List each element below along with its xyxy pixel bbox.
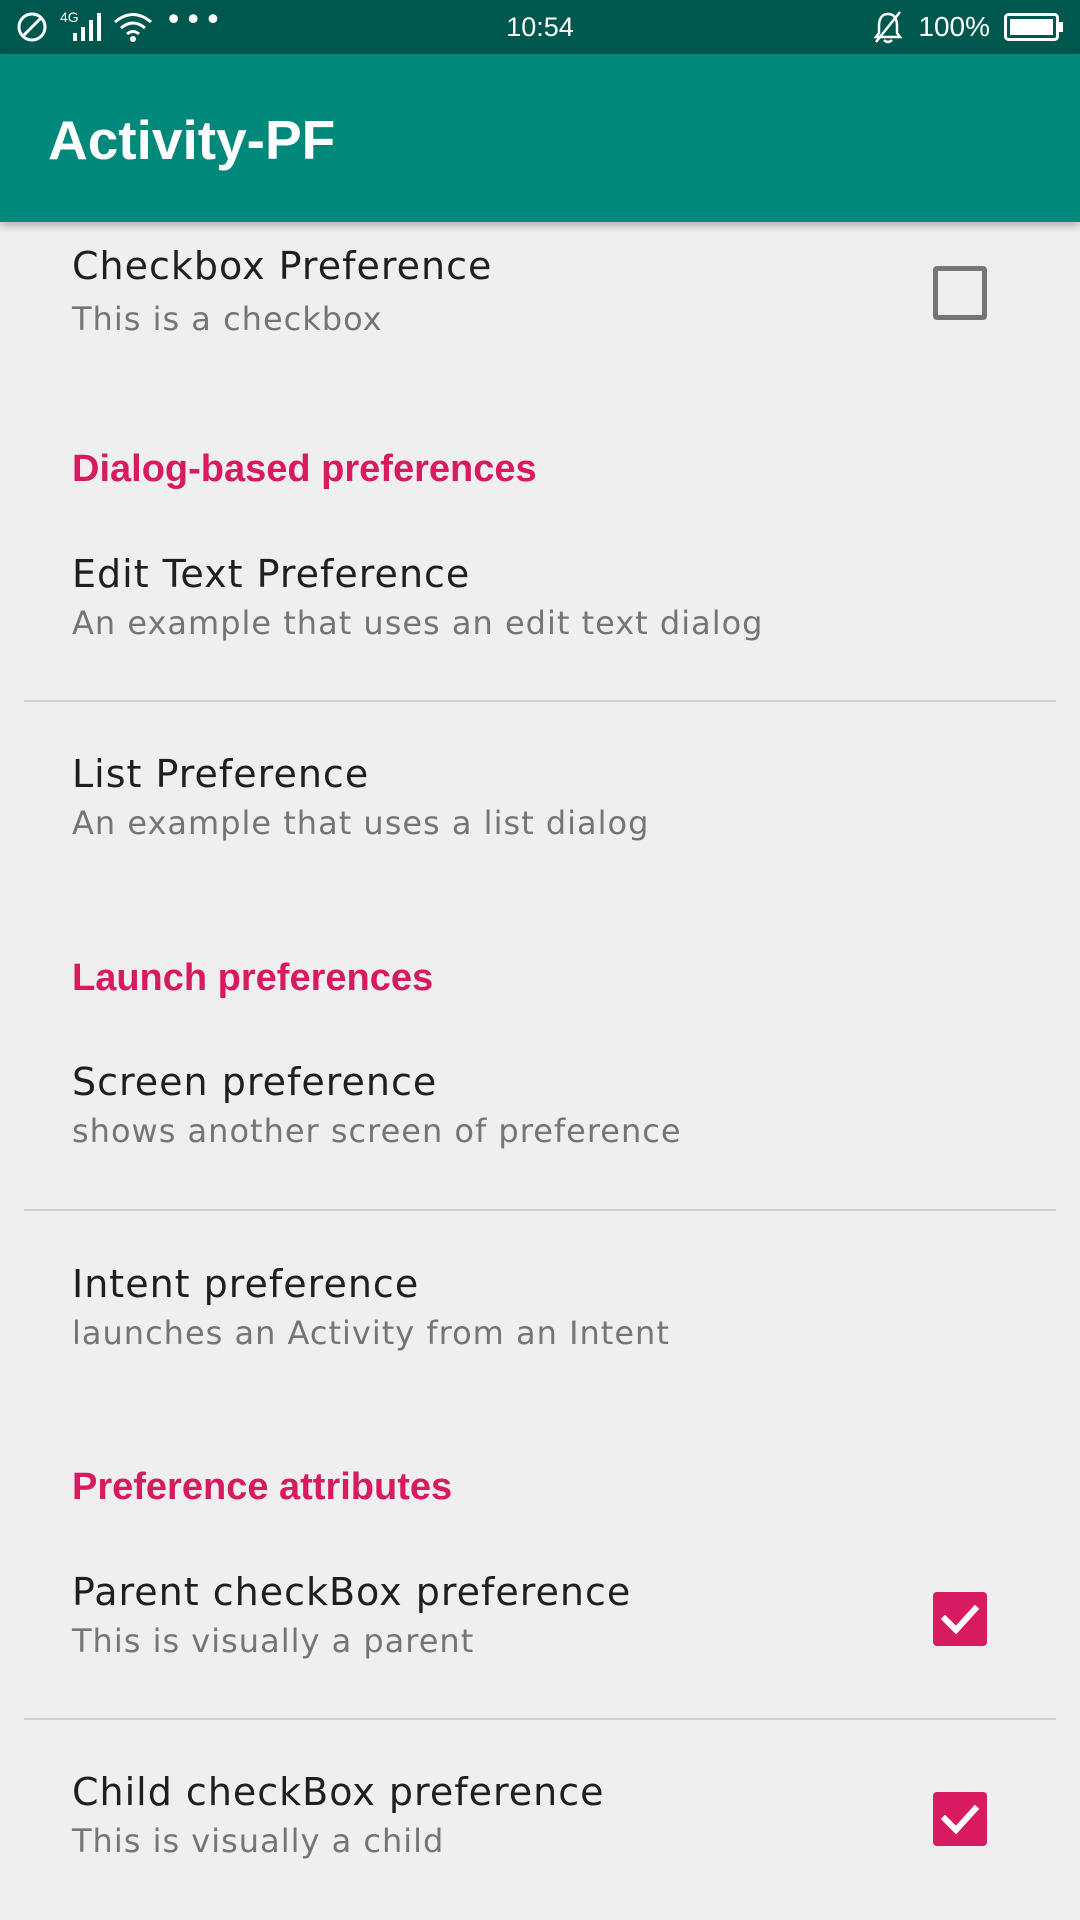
battery-icon (1004, 13, 1063, 41)
intent-preference[interactable]: Intent preference launches an Activity f… (0, 1250, 1080, 1410)
checkmark-icon (940, 1804, 980, 1835)
preference-summary: This is a checkbox (72, 300, 383, 338)
screen-preference[interactable]: Screen preference shows another screen o… (0, 1050, 1080, 1210)
preference-title: Child checkBox preference (72, 1770, 605, 1814)
divider (24, 1209, 1056, 1211)
category-launch: Launch preferences (72, 957, 434, 999)
preference-summary: shows another screen of preference (72, 1112, 682, 1150)
app-title: Activity-PF (48, 109, 336, 171)
preference-title: List Preference (72, 752, 370, 796)
battery-percent: 100% (918, 11, 990, 42)
divider (24, 700, 1056, 702)
preference-summary: This is visually a child (72, 1822, 445, 1860)
child-checkbox-preference[interactable]: Child checkBox preference This is visual… (0, 1760, 1080, 1920)
checkbox-checked[interactable] (933, 1592, 987, 1646)
category-preference-attributes: Preference attributes (72, 1466, 453, 1508)
preference-title: Parent checkBox preference (72, 1570, 632, 1614)
app-bar: Activity-PF (0, 54, 1080, 222)
preference-summary: An example that uses an edit text dialog (72, 604, 764, 642)
status-right-icons: 100% (872, 9, 1064, 45)
parent-checkbox-preference[interactable]: Parent checkBox preference This is visua… (0, 1558, 1080, 1718)
checkmark-icon (940, 1604, 980, 1635)
status-bar: 4G ••• 10:54 100% (0, 0, 1080, 54)
checkbox-checked[interactable] (933, 1792, 987, 1846)
list-preference[interactable]: List Preference An example that uses a l… (0, 742, 1080, 902)
checkbox-preference[interactable]: Checkbox Preference This is a checkbox (0, 222, 1080, 382)
preference-title: Screen preference (72, 1060, 438, 1104)
checkbox-unchecked[interactable] (933, 266, 987, 320)
notification-off-icon (873, 11, 903, 44)
preference-title: Edit Text Preference (72, 552, 471, 596)
category-dialog-based: Dialog-based preferences (72, 448, 537, 490)
divider (24, 1718, 1056, 1720)
preference-summary: launches an Activity from an Intent (72, 1314, 670, 1352)
preference-summary: This is visually a parent (72, 1622, 475, 1660)
preference-title: Checkbox Preference (72, 244, 493, 288)
edit-text-preference[interactable]: Edit Text Preference An example that use… (0, 540, 1080, 700)
preference-title: Intent preference (72, 1262, 420, 1306)
preference-summary: An example that uses a list dialog (72, 804, 650, 842)
